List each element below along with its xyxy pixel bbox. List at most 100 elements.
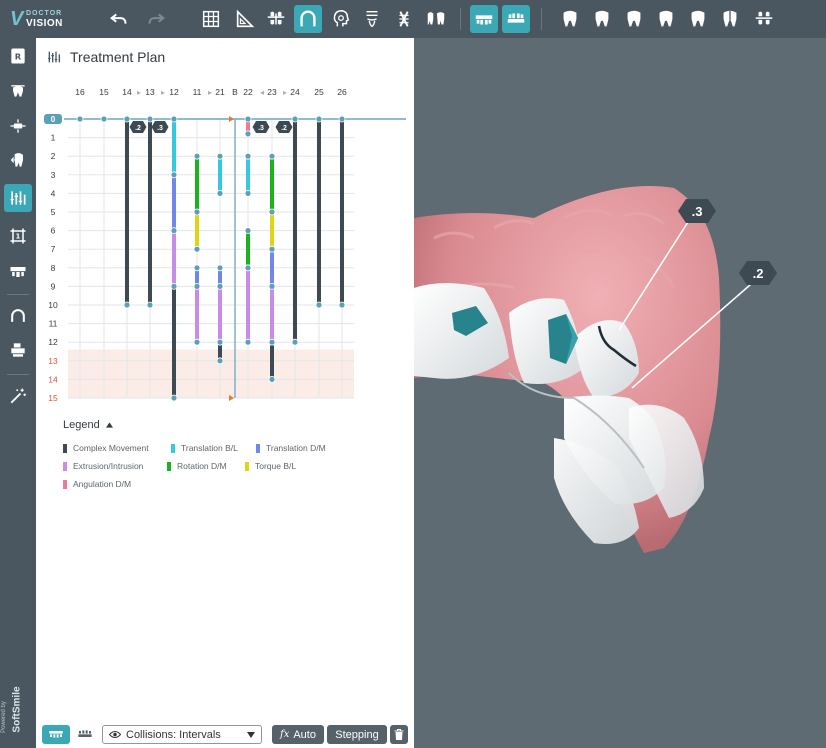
panel-header: Treatment Plan bbox=[46, 47, 165, 67]
stage-node bbox=[170, 282, 178, 290]
tooth-column-label: 23 bbox=[267, 87, 277, 97]
stage-node bbox=[216, 282, 224, 290]
undo-button[interactable] bbox=[105, 5, 133, 33]
view-front-button[interactable] bbox=[620, 5, 648, 33]
movement-bar-segment bbox=[218, 286, 222, 343]
stage-row-label: 7 bbox=[51, 244, 56, 254]
legend-toggle[interactable]: Legend bbox=[63, 419, 113, 431]
stage-node bbox=[193, 245, 201, 253]
attachments-button[interactable] bbox=[4, 112, 32, 140]
view-right-front-button[interactable] bbox=[588, 5, 616, 33]
movement-bar-segment bbox=[270, 342, 274, 380]
movement-bar-segment bbox=[195, 156, 199, 212]
ipr-badge-label: .2 bbox=[135, 125, 141, 132]
tooth-movement-button[interactable] bbox=[4, 146, 32, 174]
model-base-button[interactable] bbox=[4, 258, 32, 286]
view-left-front-button[interactable] bbox=[652, 5, 680, 33]
legend-item: Translation B/L bbox=[171, 443, 238, 453]
legend-label: Rotation D/M bbox=[177, 461, 227, 471]
occlusion-button[interactable] bbox=[262, 5, 290, 33]
lower-jaw-icon bbox=[78, 729, 92, 737]
stage-node bbox=[244, 338, 252, 346]
arch-form-button[interactable] bbox=[4, 302, 32, 330]
legend-item: Torque B/L bbox=[245, 461, 296, 471]
movement-bar-segment bbox=[195, 212, 199, 250]
teeth-occlusion-icon bbox=[267, 11, 285, 25]
collisions-select[interactable]: Collisions: Intervals bbox=[102, 725, 262, 744]
view-right-button[interactable] bbox=[556, 5, 584, 33]
treatment-plan-panel: Treatment Plan 16 15 14 13 12 11 21 B 22 23 24 25 26… bbox=[36, 38, 414, 748]
3d-viewport[interactable]: .3 .2 bbox=[414, 38, 826, 748]
redo-button[interactable] bbox=[142, 5, 170, 33]
upper-jaw-button[interactable] bbox=[470, 5, 498, 33]
stage-node bbox=[291, 338, 299, 346]
legend-item: Rotation D/M bbox=[167, 461, 227, 471]
panel-title: Treatment Plan bbox=[70, 49, 166, 65]
face-scan-button[interactable] bbox=[327, 5, 355, 33]
stage-node bbox=[268, 338, 276, 346]
face-profile-icon bbox=[333, 10, 350, 27]
stage-row-label: 5 bbox=[51, 207, 56, 217]
stage-node bbox=[216, 264, 224, 272]
export-button[interactable] bbox=[4, 336, 32, 364]
delete-button[interactable] bbox=[390, 725, 408, 744]
undo-icon bbox=[110, 13, 127, 24]
view-left-button[interactable] bbox=[684, 5, 712, 33]
stage-node bbox=[216, 152, 224, 160]
legend-swatch bbox=[171, 443, 175, 453]
movement-bar-segment bbox=[195, 286, 199, 343]
tooth-column-label: B bbox=[232, 87, 238, 97]
stage-node bbox=[244, 190, 252, 197]
implant-button[interactable] bbox=[390, 5, 418, 33]
treatment-plan-button[interactable] bbox=[4, 184, 32, 212]
view-occlusal-button[interactable] bbox=[750, 5, 778, 33]
tooth-column-label: 16 bbox=[75, 87, 85, 97]
logo-mark: V bbox=[10, 8, 24, 30]
annotation-badge-2[interactable]: .2 bbox=[739, 261, 777, 285]
movement-bar-segment bbox=[125, 119, 129, 305]
toolbar-separator bbox=[541, 8, 542, 30]
tooth-segment-icon bbox=[11, 85, 25, 97]
tooth-column-label: 14 bbox=[122, 87, 132, 97]
upper-jaw-toggle[interactable] bbox=[42, 725, 70, 744]
staging-button[interactable]: 1 bbox=[4, 222, 32, 250]
movement-bar-segment bbox=[270, 286, 274, 343]
stage-node bbox=[268, 208, 276, 216]
stage-node bbox=[244, 227, 252, 235]
patient-records-button[interactable]: R bbox=[4, 42, 32, 70]
stepping-button[interactable]: Stepping bbox=[327, 725, 387, 744]
stage-row-label: 3 bbox=[51, 170, 56, 180]
view-side-button[interactable] bbox=[716, 5, 744, 33]
stage-node bbox=[216, 357, 224, 365]
annotation-badge-1[interactable]: .3 bbox=[678, 199, 716, 223]
measure-button[interactable] bbox=[231, 5, 259, 33]
segmentation-button[interactable] bbox=[4, 76, 32, 104]
chevron-down-icon bbox=[247, 732, 255, 738]
auto-label: Auto bbox=[293, 728, 316, 741]
stage-row-label: 12 bbox=[48, 337, 58, 347]
movement-bar-segment bbox=[293, 119, 297, 343]
movement-bar-segment bbox=[340, 119, 344, 305]
root-view-button[interactable] bbox=[358, 5, 386, 33]
legend-label: Translation D/M bbox=[266, 443, 326, 453]
legend-item: Translation D/M bbox=[256, 443, 326, 453]
ipr-badge-label: .3 bbox=[258, 125, 264, 132]
toolbar-separator bbox=[460, 8, 461, 30]
auto-button[interactable]: fx Auto bbox=[272, 725, 324, 744]
overflow-zone bbox=[68, 349, 354, 398]
powered-by-badge: Powered by SoftSmile bbox=[1, 678, 34, 738]
movement-bar-segment bbox=[246, 267, 250, 343]
stage-node bbox=[193, 282, 201, 290]
auto-tools-button[interactable] bbox=[4, 382, 32, 410]
annotation-badge-1-label: .3 bbox=[692, 204, 703, 219]
lower-jaw-toggle[interactable] bbox=[72, 725, 98, 744]
upper-jaw-icon bbox=[475, 15, 493, 25]
stage-node bbox=[338, 301, 346, 309]
arch-view-button[interactable] bbox=[294, 5, 322, 33]
interproximal-button[interactable] bbox=[422, 5, 450, 33]
tooth-pair-icon bbox=[427, 12, 445, 25]
movement-bar-segment bbox=[270, 212, 274, 250]
grid-button[interactable] bbox=[197, 5, 225, 33]
grid-icon bbox=[202, 10, 220, 28]
lower-jaw-button[interactable] bbox=[502, 5, 530, 33]
